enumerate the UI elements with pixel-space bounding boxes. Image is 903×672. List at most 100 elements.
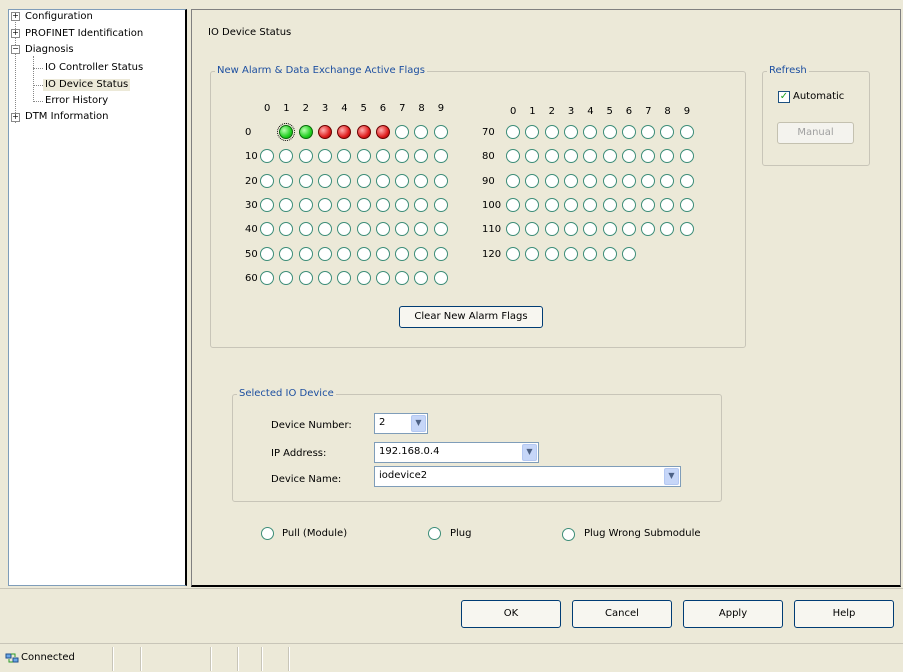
device-flag-led[interactable] [679, 222, 694, 237]
chevron-down-icon[interactable]: ▼ [664, 468, 679, 485]
tree-item-io-device-status[interactable]: IO Device Status [43, 79, 131, 91]
help-button[interactable]: Help [794, 600, 894, 628]
device-flag-led[interactable] [356, 270, 371, 285]
device-flag-led[interactable] [433, 173, 448, 188]
device-flag-led[interactable] [621, 197, 636, 212]
device-flag-led[interactable] [433, 270, 448, 285]
device-flag-led[interactable] [544, 246, 559, 261]
device-flag-led[interactable] [621, 222, 636, 237]
device-flag-led[interactable] [641, 197, 656, 212]
device-flag-led[interactable] [260, 246, 274, 261]
device-flag-led[interactable] [356, 246, 371, 261]
device-flag-led[interactable] [298, 149, 313, 164]
device-flag-led[interactable] [621, 125, 636, 139]
device-flag-led[interactable] [279, 246, 294, 261]
device-flag-led[interactable] [375, 125, 390, 139]
tree-item-io-controller-status[interactable]: IO Controller Status [45, 62, 143, 74]
device-flag-led[interactable] [395, 197, 410, 212]
device-flag-led[interactable] [279, 173, 294, 188]
device-flag-led[interactable] [395, 173, 410, 188]
device-flag-led[interactable] [298, 197, 313, 212]
device-flag-led[interactable] [298, 270, 313, 285]
device-flag-led[interactable] [395, 125, 410, 139]
device-flag-led[interactable] [602, 125, 617, 139]
device-flag-led[interactable] [414, 173, 429, 188]
device-flag-led[interactable] [433, 149, 448, 164]
device-flag-led[interactable] [356, 197, 371, 212]
ok-button[interactable]: OK [461, 600, 561, 628]
device-flag-led[interactable] [337, 270, 352, 285]
tree-item-error-history[interactable]: Error History [45, 95, 108, 107]
plug-wrong-submodule-radio[interactable] [562, 528, 575, 541]
device-flag-led[interactable] [356, 149, 371, 164]
device-flag-led[interactable] [375, 149, 390, 164]
device-flag-led[interactable] [433, 125, 448, 139]
tree-item-profinet-identification[interactable]: PROFINET Identification [25, 28, 143, 40]
device-name-select[interactable]: iodevice2 ▼ [374, 466, 681, 487]
collapse-diagnosis-icon[interactable]: − [11, 45, 20, 54]
device-flag-led[interactable] [317, 125, 332, 139]
device-flag-led[interactable] [602, 149, 617, 164]
device-flag-led[interactable] [298, 173, 313, 188]
device-flag-led[interactable] [298, 125, 313, 139]
device-flag-led[interactable] [298, 222, 313, 237]
plug-radio[interactable] [428, 527, 441, 540]
device-flag-led[interactable] [679, 197, 694, 212]
device-flag-led[interactable] [525, 246, 540, 261]
device-flag-led[interactable] [395, 270, 410, 285]
device-flag-led[interactable] [356, 222, 371, 237]
device-flag-led[interactable] [298, 246, 313, 261]
device-flag-led[interactable] [375, 173, 390, 188]
device-flag-led[interactable] [317, 222, 332, 237]
tree-item-configuration[interactable]: Configuration [25, 11, 93, 23]
device-flag-led[interactable] [621, 149, 636, 164]
expand-profinet-icon[interactable]: + [11, 29, 20, 38]
device-flag-led[interactable] [375, 270, 390, 285]
navigation-tree[interactable]: + Configuration + PROFINET Identificatio… [8, 9, 187, 586]
expand-dtm-information-icon[interactable]: + [11, 113, 20, 122]
device-flag-led[interactable] [433, 197, 448, 212]
tree-item-dtm-information[interactable]: DTM Information [25, 111, 109, 123]
device-flag-led[interactable] [563, 197, 578, 212]
device-flag-led[interactable] [660, 173, 675, 188]
device-flag-led[interactable] [679, 173, 694, 188]
chevron-down-icon[interactable]: ▼ [522, 444, 537, 461]
automatic-checkbox[interactable]: ✓ [778, 91, 790, 103]
device-flag-led[interactable] [621, 246, 636, 261]
device-flag-led[interactable] [544, 222, 559, 237]
device-number-select[interactable]: 2 ▼ [374, 413, 428, 434]
device-flag-led[interactable] [317, 270, 332, 285]
device-flag-led[interactable] [506, 173, 520, 188]
expand-configuration-icon[interactable]: + [11, 12, 20, 21]
device-flag-led[interactable] [375, 222, 390, 237]
chevron-down-icon[interactable]: ▼ [411, 415, 426, 432]
device-flag-led[interactable] [544, 149, 559, 164]
clear-new-alarm-flags-button[interactable]: Clear New Alarm Flags [399, 306, 543, 328]
device-flag-led[interactable] [317, 246, 332, 261]
device-flag-led[interactable] [337, 246, 352, 261]
device-flag-led[interactable] [356, 173, 371, 188]
device-flag-led[interactable] [317, 173, 332, 188]
tree-item-diagnosis[interactable]: Diagnosis [25, 44, 74, 56]
device-flag-led[interactable] [395, 246, 410, 261]
device-flag-led[interactable] [317, 197, 332, 212]
device-flag-led[interactable] [583, 246, 598, 261]
device-flag-led[interactable] [563, 125, 578, 139]
device-flag-led[interactable] [544, 125, 559, 139]
device-flag-led[interactable] [375, 246, 390, 261]
device-flag-led[interactable] [506, 197, 520, 212]
device-flag-led[interactable] [583, 197, 598, 212]
device-flag-led[interactable] [602, 173, 617, 188]
device-flag-led[interactable] [337, 173, 352, 188]
device-flag-led[interactable] [506, 125, 520, 139]
device-flag-led[interactable] [602, 222, 617, 237]
device-flag-led[interactable] [602, 197, 617, 212]
device-flag-led[interactable] [602, 246, 617, 261]
device-flag-led[interactable] [337, 197, 352, 212]
device-flag-led[interactable] [414, 246, 429, 261]
device-flag-led[interactable] [544, 197, 559, 212]
device-flag-led[interactable] [433, 246, 448, 261]
device-flag-led[interactable] [583, 173, 598, 188]
device-flag-led[interactable] [260, 173, 274, 188]
device-flag-led[interactable] [641, 173, 656, 188]
